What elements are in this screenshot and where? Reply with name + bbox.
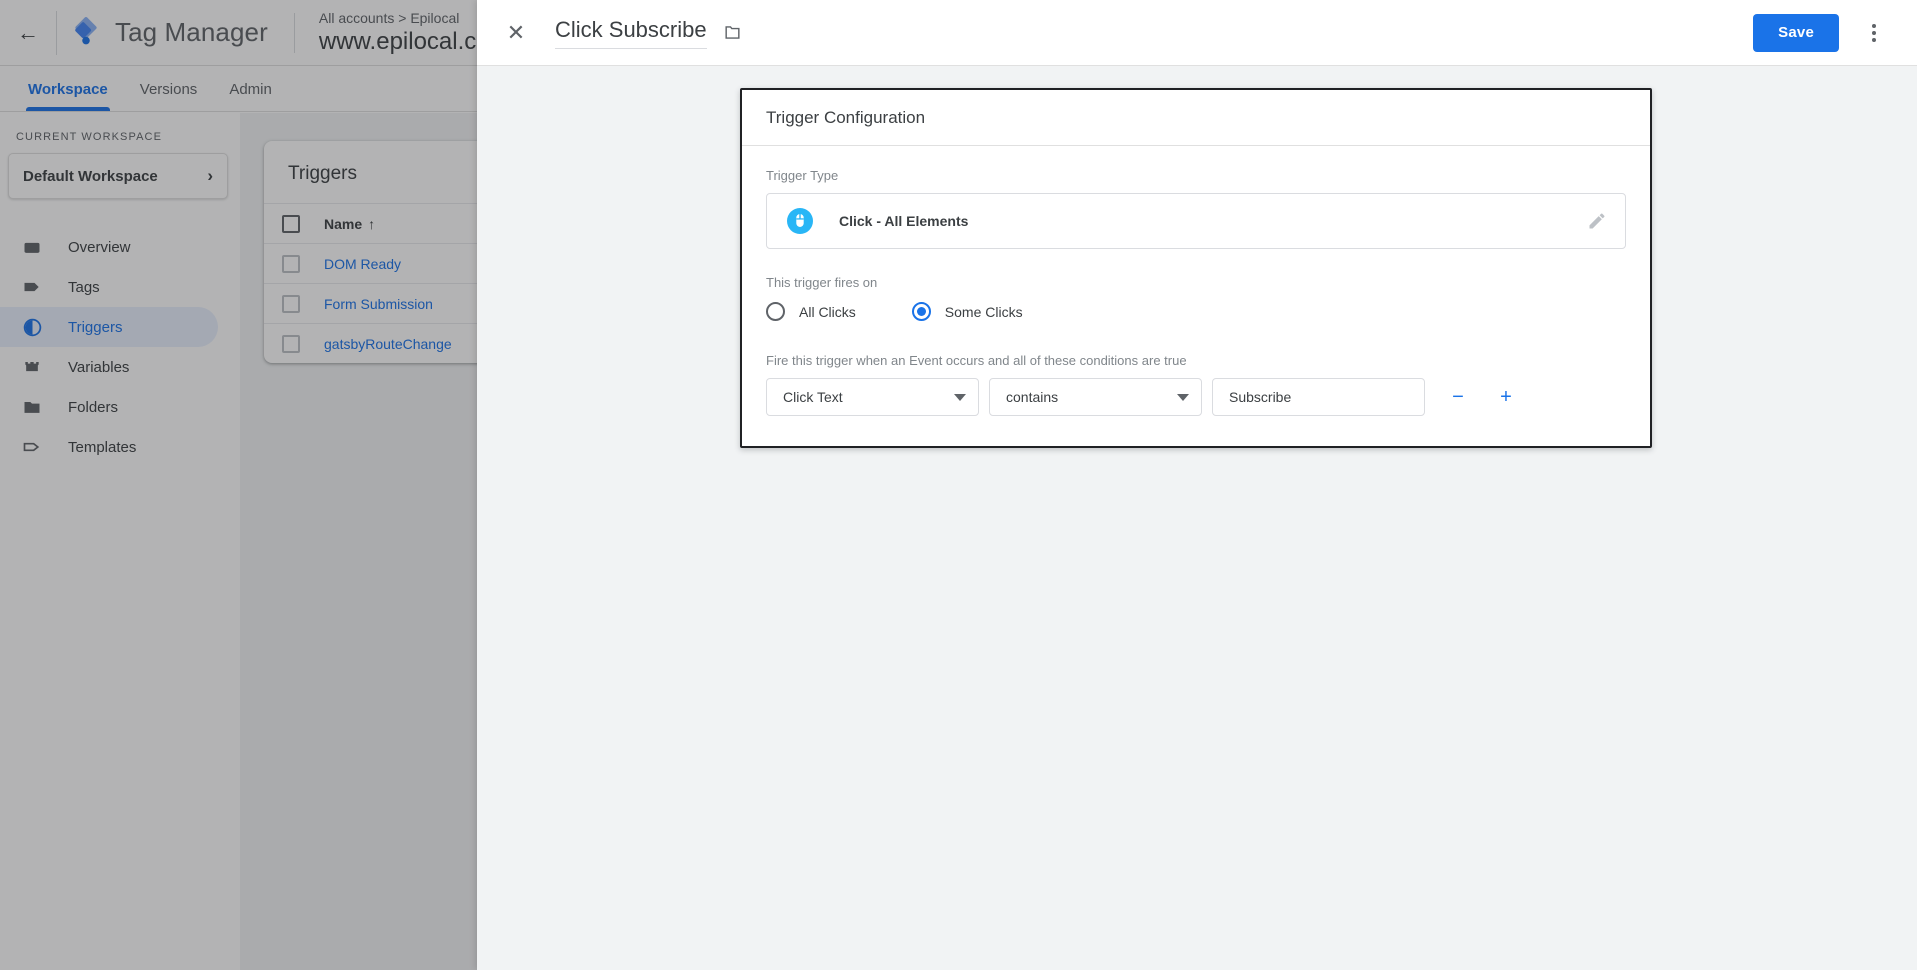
config-card-body: Trigger Type Click - All Elements This t bbox=[742, 146, 1650, 446]
kebab-dot bbox=[1872, 30, 1876, 35]
close-icon[interactable]: ✕ bbox=[495, 12, 537, 54]
trigger-configuration-card: Trigger Configuration Trigger Type Click… bbox=[740, 88, 1652, 448]
radio-all-clicks[interactable]: All Clicks bbox=[766, 302, 856, 321]
chevron-down-icon bbox=[1177, 393, 1189, 401]
condition-variable-value: Click Text bbox=[783, 389, 843, 405]
kebab-dot bbox=[1872, 23, 1876, 28]
condition-variable-select[interactable]: Click Text bbox=[766, 378, 979, 416]
chevron-down-icon bbox=[954, 393, 966, 401]
kebab-dot bbox=[1872, 37, 1876, 42]
fires-on-radio-group: All Clicks Some Clicks bbox=[766, 302, 1626, 321]
add-condition-button[interactable]: + bbox=[1489, 380, 1523, 414]
modal-title-wrap: Click Subscribe bbox=[555, 17, 742, 49]
condition-value-input[interactable] bbox=[1212, 378, 1425, 416]
mouse-click-icon bbox=[787, 208, 813, 234]
trigger-type-label: Trigger Type bbox=[766, 168, 839, 183]
trigger-type-value: Click - All Elements bbox=[839, 213, 969, 229]
radio-label: All Clicks bbox=[799, 303, 856, 320]
modal-header: ✕ Click Subscribe Save bbox=[477, 0, 1917, 66]
condition-operator-value: contains bbox=[1006, 389, 1059, 405]
config-card-heading: Trigger Configuration bbox=[742, 90, 1650, 146]
folder-icon[interactable] bbox=[723, 23, 742, 42]
conditions-label: Fire this trigger when an Event occurs a… bbox=[766, 353, 1187, 368]
condition-row: Click Text contains − + bbox=[766, 378, 1626, 416]
trigger-type-selector[interactable]: Click - All Elements bbox=[766, 193, 1626, 249]
trigger-name-field[interactable]: Click Subscribe bbox=[555, 17, 707, 49]
radio-circle-icon bbox=[766, 302, 785, 321]
config-heading-label: Trigger Configuration bbox=[766, 107, 926, 127]
fires-on-label: This trigger fires on bbox=[766, 275, 878, 290]
modal-scrim[interactable] bbox=[0, 0, 477, 970]
radio-label: Some Clicks bbox=[944, 303, 1023, 320]
pencil-icon[interactable] bbox=[1587, 211, 1607, 231]
trigger-edit-panel: ✕ Click Subscribe Save Trigger Configura… bbox=[477, 0, 1917, 970]
save-button[interactable]: Save bbox=[1753, 13, 1839, 52]
condition-operator-select[interactable]: contains bbox=[989, 378, 1202, 416]
remove-condition-button[interactable]: − bbox=[1441, 380, 1475, 414]
radio-circle-checked-icon bbox=[911, 302, 931, 321]
more-options-icon[interactable] bbox=[1853, 12, 1895, 54]
radio-some-clicks[interactable]: Some Clicks bbox=[911, 302, 1023, 321]
